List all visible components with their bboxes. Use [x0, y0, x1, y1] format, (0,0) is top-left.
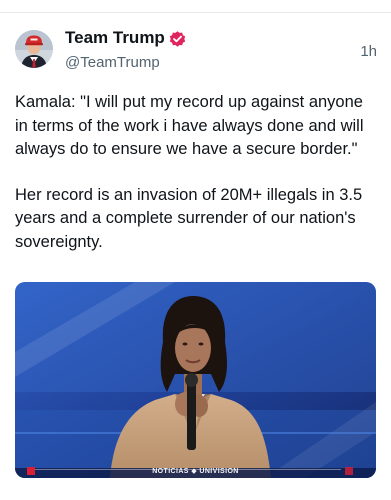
post-header: Team Trump @TeamTrump 1h	[15, 28, 377, 74]
display-name[interactable]: Team Trump	[65, 28, 165, 48]
post-paragraph-1: Kamala: "I will put my record up against…	[15, 93, 364, 158]
handle[interactable]: @TeamTrump	[65, 54, 160, 71]
verified-badge-icon	[169, 31, 186, 47]
timestamp[interactable]: 1h	[360, 43, 377, 60]
post-paragraph-2: Her record is an invasion of 20M+ illega…	[15, 185, 363, 251]
broadcaster-left: NOTICIAS	[152, 468, 189, 475]
video-frame	[15, 282, 376, 478]
broadcaster-logo: NOTICIAS ◆ UNIVISION	[15, 467, 376, 475]
broadcaster-right: UNIVISION	[199, 468, 239, 475]
post-video[interactable]: NOTICIAS ◆ UNIVISION	[15, 282, 376, 478]
post-text: Kamala: "I will put my record up against…	[15, 91, 377, 254]
top-divider	[0, 12, 391, 13]
avatar[interactable]	[15, 30, 53, 68]
